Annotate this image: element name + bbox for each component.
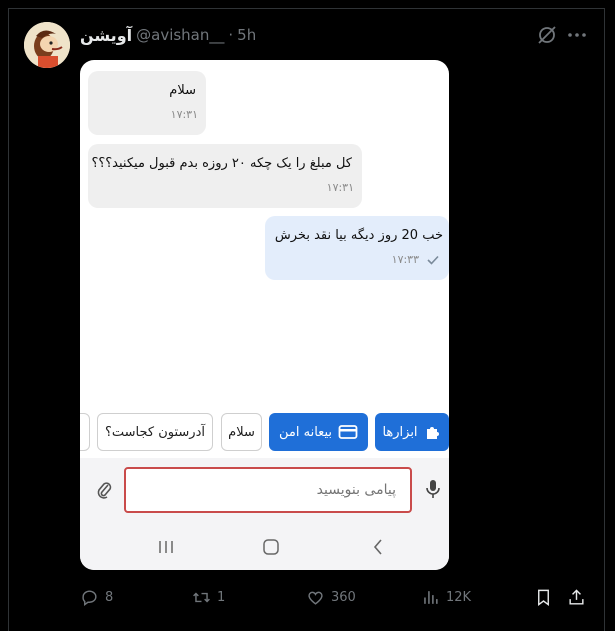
message-bubble-incoming: سلام ۱۷:۳۱	[88, 71, 206, 135]
views-icon	[424, 590, 438, 604]
message-composer	[80, 458, 449, 526]
check-icon	[427, 255, 439, 265]
reply-count: 8	[105, 589, 114, 605]
reply-icon	[82, 589, 97, 606]
grok-icon[interactable]	[536, 24, 558, 46]
recents-icon[interactable]	[157, 538, 175, 556]
heart-icon	[308, 591, 323, 605]
frame-border-top	[8, 8, 605, 9]
bookmark-button[interactable]	[534, 586, 553, 608]
separator-dot: ·	[228, 26, 234, 44]
like-count: 360	[331, 589, 356, 605]
tweet-header: آویشن @avishan__ · 5h	[80, 24, 256, 46]
message-input[interactable]	[124, 467, 412, 513]
puzzle-icon	[426, 427, 439, 439]
chip-partial[interactable]	[80, 413, 90, 451]
bookmark-icon	[538, 589, 549, 606]
chip-label: ابزارها	[382, 424, 418, 440]
chip-salam[interactable]: سلام	[221, 413, 262, 451]
frame-border-right	[604, 8, 605, 631]
reply-button[interactable]: 8	[80, 586, 113, 608]
user-handle[interactable]: @avishan__	[136, 26, 224, 44]
chip-secure-deposit[interactable]: بیعانه امن	[269, 413, 368, 451]
repost-icon	[193, 592, 210, 602]
message-bubble-outgoing: خب 20 روز دیگه بیا نقد بخرش ۱۷:۳۳	[265, 216, 449, 280]
like-button[interactable]: 360	[306, 586, 356, 608]
chip-address[interactable]: آدرستون کجاست؟	[97, 413, 213, 451]
tweet-actions: 8 1 360 12K	[80, 586, 600, 608]
message-text: سلام	[169, 83, 196, 98]
message-text: خب 20 روز دیگه بیا نقد بخرش	[274, 228, 443, 243]
back-icon[interactable]	[370, 538, 388, 556]
user-avatar[interactable]	[24, 22, 70, 68]
repost-button[interactable]: 1	[192, 586, 225, 608]
views-button[interactable]: 12K	[421, 586, 471, 608]
display-name[interactable]: آویشن	[80, 26, 132, 45]
views-count: 12K	[446, 589, 472, 605]
message-bubble-incoming: کل مبلغ را یک چکه ۲۰ روزه بدم قبول میکنی…	[88, 144, 362, 208]
chip-label: بیعانه امن	[279, 424, 332, 440]
message-time: ۱۷:۳۱	[326, 181, 354, 194]
tweet-time[interactable]: 5h	[237, 26, 256, 44]
share-icon	[569, 588, 584, 605]
message-text: کل مبلغ را یک چکه ۲۰ روزه بدم قبول میکنی…	[91, 156, 352, 171]
paperclip-icon[interactable]	[96, 480, 114, 500]
chip-label: سلام	[228, 424, 255, 440]
chip-label: آدرستون کجاست؟	[105, 424, 205, 440]
repost-count: 1	[217, 589, 226, 605]
home-icon[interactable]	[262, 538, 280, 556]
card-icon	[338, 425, 358, 439]
frame-border-left	[8, 8, 9, 631]
android-nav-bar	[80, 526, 449, 570]
share-button[interactable]	[567, 586, 586, 608]
message-time: ۱۷:۳۱	[170, 108, 198, 121]
chip-tools[interactable]: ابزارها	[375, 413, 449, 451]
quick-reply-chips: ابزارها بیعانه امن سلام آدرستون کجاست؟	[80, 413, 449, 453]
message-time: ۱۷:۳۳	[391, 253, 419, 266]
microphone-icon[interactable]	[424, 478, 442, 500]
more-icon[interactable]	[566, 24, 588, 46]
chat-screenshot: سلام ۱۷:۳۱ کل مبلغ را یک چکه ۲۰ روزه بدم…	[80, 60, 449, 570]
